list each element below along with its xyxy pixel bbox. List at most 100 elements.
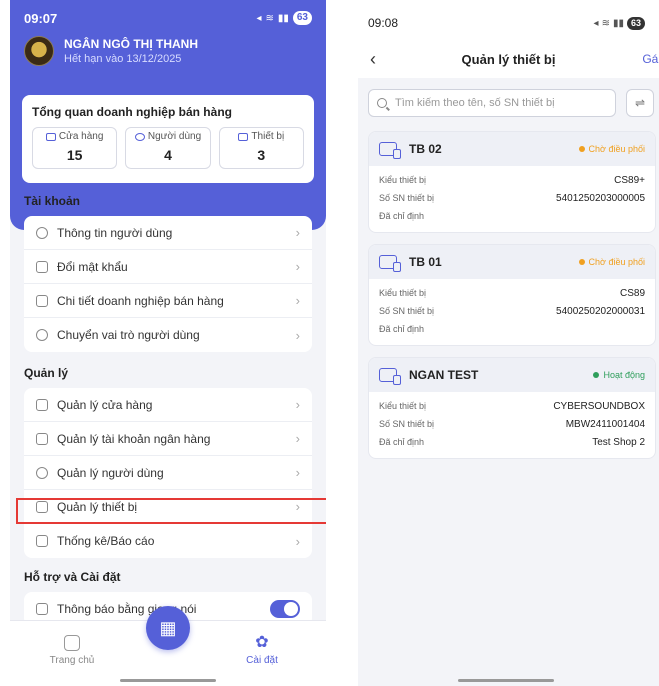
user-profile[interactable]: NGÂN NGÔ THỊ THANH Hết hạn vào 13/12/202…: [24, 36, 198, 66]
bell-icon: [36, 603, 48, 615]
device-icon: [379, 255, 401, 272]
type-label: Kiểu thiết bị: [379, 175, 427, 185]
menu-manage-users[interactable]: Quản lý người dùng ›: [24, 456, 312, 490]
profile-expiry: Hết hạn vào 13/12/2025: [64, 53, 182, 65]
chevron-right-icon: ›: [295, 431, 300, 446]
device-name: NGAN TEST: [409, 368, 479, 382]
chevron-right-icon: ›: [295, 397, 300, 412]
status-dot: [578, 259, 585, 265]
home-icon: [64, 635, 80, 651]
signal-icon: ▮▮: [612, 17, 624, 29]
status-time: 09:07: [24, 10, 58, 26]
overview-title: Tổng quan doanh nghiệp bán hàng: [32, 105, 232, 119]
stat-label: Thiết bị: [251, 131, 285, 142]
tab-settings[interactable]: ✿ Cài đặt: [222, 634, 302, 667]
status-badge: Chờ điều phối: [578, 144, 645, 154]
lock-icon: [36, 260, 48, 273]
stat-value: 15: [66, 147, 83, 163]
menu-label: Quản lý cửa hàng: [57, 397, 153, 412]
qr-scan-button[interactable]: ▦: [146, 606, 190, 650]
users-icon: [134, 132, 145, 141]
search-placeholder: Tìm kiếm theo tên, số SN thiết bị: [395, 97, 555, 109]
status-text: Hoạt động: [603, 370, 645, 380]
menu-label: Thống kê/Báo cáo: [57, 534, 155, 548]
menu-switch-role[interactable]: Chuyển vai trò người dùng ›: [24, 318, 312, 352]
home-indicator: [120, 679, 216, 682]
filter-icon: ⇌: [634, 96, 646, 110]
tab-label: Trang chủ: [49, 655, 95, 666]
tab-label: Cài đặt: [246, 655, 278, 666]
bar-chart-icon: [36, 535, 48, 547]
wifi-icon: ≋: [265, 12, 274, 24]
device-name: TB 01: [409, 255, 442, 269]
user-info-icon: [36, 226, 48, 239]
stat-label: Cửa hàng: [58, 131, 104, 142]
bank-card-icon: [36, 432, 48, 445]
section-manage: Quản lý: [24, 366, 69, 380]
device-card[interactable]: TB 01 Chờ điều phối Kiểu thiết bị CS89 Số…: [368, 244, 656, 346]
menu-statistics-reports[interactable]: Thống kê/Báo cáo ›: [24, 524, 312, 558]
settings-screen: 09:07 ◂ ≋ ▮▮ 63 NGÂN NGÔ THỊ THANH Hết h…: [10, 0, 326, 686]
stat-value: 3: [257, 147, 266, 163]
stat-users[interactable]: Người dùng 4: [125, 127, 211, 169]
stat-value: 4: [164, 147, 172, 163]
menu-label: Quản lý người dùng: [57, 465, 164, 480]
top-bar: 09:08 ◂ ≋ ▮▮ 63 ‹ Quản lý thiết bị Gán: [358, 0, 659, 78]
section-support: Hỗ trợ và Cài đặt: [24, 570, 121, 584]
status-bar: 09:08 ◂ ≋ ▮▮ 63: [368, 16, 645, 30]
device-icon: [379, 368, 401, 385]
type-value: CYBERSOUNDBOX: [553, 400, 645, 412]
assigned-label: Đã chỉ định: [379, 437, 425, 447]
sn-value: 5400250202000031: [556, 305, 645, 317]
menu-label: Quản lý tài khoản ngân hàng: [57, 431, 211, 446]
menu-business-details[interactable]: Chi tiết doanh nghiệp bán hàng ›: [24, 284, 312, 318]
device-management-screen: 09:08 ◂ ≋ ▮▮ 63 ‹ Quản lý thiết bị Gán T…: [358, 0, 659, 686]
nav-bar: ‹ Quản lý thiết bị Gán: [358, 48, 659, 70]
filter-button[interactable]: ⇌: [626, 89, 654, 117]
switch-role-icon: [36, 329, 48, 341]
tab-home[interactable]: Trang chủ: [32, 635, 112, 666]
status-badge: Hoạt động: [593, 370, 645, 380]
stat-stores[interactable]: Cửa hàng 15: [32, 127, 118, 169]
device-card[interactable]: NGAN TEST Hoạt động Kiểu thiết bị CYBERSO…: [368, 357, 656, 459]
profile-name: NGÂN NGÔ THỊ THANH: [64, 37, 198, 51]
type-value: CS89+: [614, 174, 645, 186]
search-input[interactable]: Tìm kiếm theo tên, số SN thiết bị: [368, 89, 616, 117]
assigned-label: Đã chỉ định: [379, 211, 425, 221]
account-menu: Thông tin người dùng › Đổi mật khẩu › Chi …: [24, 216, 312, 352]
menu-label: Đổi mật khẩu: [57, 259, 128, 274]
menu-manage-bank-accounts[interactable]: Quản lý tài khoản ngân hàng ›: [24, 422, 312, 456]
sn-value: 5401250203000005: [556, 192, 645, 204]
voice-notification-toggle[interactable]: [270, 600, 300, 618]
status-dot: [593, 372, 600, 378]
menu-user-info[interactable]: Thông tin người dùng ›: [24, 216, 312, 250]
device-name: TB 02: [409, 142, 442, 156]
device-card[interactable]: TB 02 Chờ điều phối Kiểu thiết bị CS89+ S…: [368, 131, 656, 233]
assigned-value: Test Shop 2: [592, 436, 645, 448]
device-icon: [379, 142, 401, 159]
chevron-right-icon: ›: [295, 533, 300, 549]
type-label: Kiểu thiết bị: [379, 401, 427, 411]
assign-button[interactable]: Gán: [642, 52, 659, 66]
menu-change-password[interactable]: Đổi mật khẩu ›: [24, 250, 312, 284]
chevron-right-icon: ›: [295, 259, 300, 274]
gear-icon: ✿: [255, 634, 269, 651]
device-icon: [238, 132, 249, 141]
sn-label: Số SN thiết bị: [379, 419, 435, 429]
stat-devices[interactable]: Thiết bị 3: [218, 127, 304, 169]
back-icon[interactable]: ‹: [370, 49, 376, 70]
page-title: Quản lý thiết bị: [461, 51, 556, 67]
manage-menu: Quản lý cửa hàng › Quản lý tài khoản ngân…: [24, 388, 312, 558]
battery-indicator: 63: [626, 16, 645, 30]
status-badge: Chờ điều phối: [578, 257, 645, 267]
building-icon: [36, 294, 48, 307]
chevron-right-icon: ›: [295, 293, 300, 308]
status-icons: ◂ ≋ ▮▮ 63: [256, 11, 312, 25]
signal-icon: ▮▮: [277, 12, 289, 24]
users-icon: [36, 466, 48, 479]
mute-icon: ◂: [256, 12, 262, 24]
store-icon: [36, 398, 48, 411]
menu-manage-stores[interactable]: Quản lý cửa hàng ›: [24, 388, 312, 422]
chevron-right-icon: ›: [295, 465, 300, 480]
status-time: 09:08: [368, 16, 399, 30]
